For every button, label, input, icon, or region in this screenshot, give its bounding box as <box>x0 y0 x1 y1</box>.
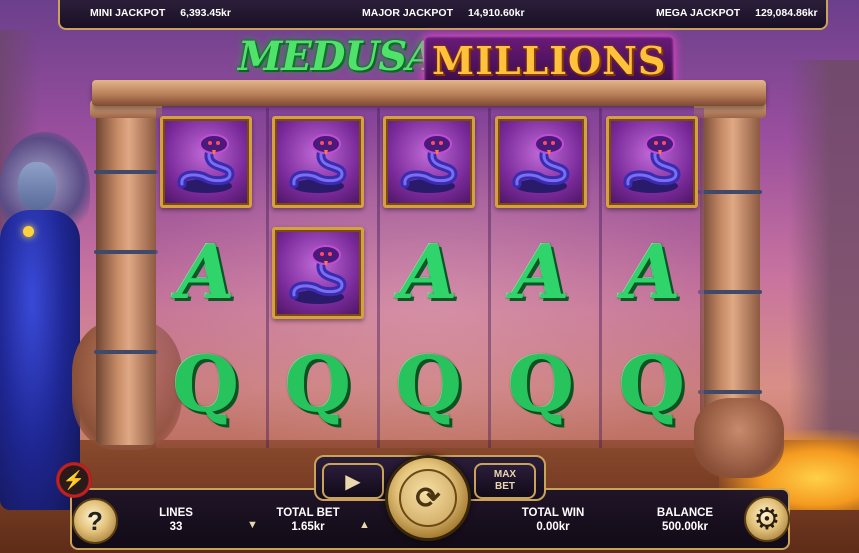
symbol-a: A <box>512 230 570 316</box>
balance-value: 500.00kr <box>661 521 709 533</box>
reel-cell: A <box>495 227 587 319</box>
mega-jackpot-value: 129,084.86kr <box>755 7 818 19</box>
symbol-q: Q <box>507 339 575 429</box>
symbol-q: Q <box>172 339 240 429</box>
help-icon: ? <box>87 505 103 536</box>
spin-icon-ring: ⟳ <box>399 469 457 527</box>
cobra-symbol <box>606 116 698 208</box>
play-icon: ▶ <box>345 470 361 493</box>
medusa-face <box>18 162 56 210</box>
snake-vine <box>698 390 762 394</box>
total-bet-value: 1.65kr <box>291 521 325 533</box>
mini-jackpot: MINI JACKPOT 6,393.45kr <box>90 7 231 19</box>
cobra-symbol <box>160 116 252 208</box>
lines-value: 33 <box>169 521 183 533</box>
gear-icon: ⚙ <box>753 502 781 536</box>
turbo-button[interactable]: ⚡ <box>56 462 92 498</box>
max-bet-label-line1: MAX <box>493 469 517 480</box>
max-bet-label-line2: BET <box>495 481 515 492</box>
total-win-display: TOTAL WIN 0.00kr <box>508 506 598 534</box>
reel-cell: Q <box>383 338 475 430</box>
snake-vine <box>94 350 158 354</box>
reel-cell: A <box>160 227 252 319</box>
snake-vine <box>94 170 158 174</box>
cobra-symbol <box>383 116 475 208</box>
reel-separator <box>488 108 491 448</box>
major-jackpot: MAJOR JACKPOT 14,910.60kr <box>362 7 525 19</box>
symbol-a: A <box>177 230 235 316</box>
spin-icon: ⟳ <box>415 481 441 515</box>
jackpot-bar: MINI JACKPOT 6,393.45kr MAJOR JACKPOT 14… <box>58 0 828 30</box>
pillar-left <box>90 100 162 445</box>
cobra-symbol <box>272 116 364 208</box>
autoplay-button[interactable]: ▶ <box>322 463 384 499</box>
background-rocks-right <box>789 60 859 440</box>
max-bet-button[interactable]: MAX BET <box>474 463 536 499</box>
symbol-q: Q <box>284 339 352 429</box>
reel-cell: Q <box>606 338 698 430</box>
reel-cell: A <box>606 227 698 319</box>
medusa-gem <box>23 226 34 237</box>
reel-cell: Q <box>272 338 364 430</box>
spin-button[interactable]: ⟳ <box>385 455 471 541</box>
pillar-right <box>694 100 766 445</box>
reel-cell: A <box>383 227 475 319</box>
total-win-value: 0.00kr <box>536 521 570 533</box>
reel-cell: Q <box>160 338 252 430</box>
snake-vine <box>698 290 762 294</box>
symbol-a: A <box>623 230 681 316</box>
lines-display: LINES 33 <box>146 506 206 534</box>
mega-jackpot-label: MEGA JACKPOT <box>656 7 741 19</box>
total-win-label: TOTAL WIN <box>521 507 585 519</box>
balance-label: BALANCE <box>656 507 714 519</box>
help-button[interactable]: ? <box>72 498 118 544</box>
bet-decrease-icon[interactable]: ▼ <box>247 519 258 531</box>
major-jackpot-label: MAJOR JACKPOT <box>362 7 454 19</box>
total-bet-label: TOTAL BET <box>276 507 340 519</box>
cobra-symbol <box>272 227 364 319</box>
symbol-q: Q <box>395 339 463 429</box>
reel-separator <box>599 108 602 448</box>
lightning-icon: ⚡ <box>62 469 86 490</box>
cobra-symbol <box>495 116 587 208</box>
mini-jackpot-value: 6,393.45kr <box>180 7 231 19</box>
temple-beam <box>92 80 766 106</box>
reel-separator <box>266 108 269 448</box>
reel-grid: AQQAQAQAQ <box>156 108 704 448</box>
balance-display: BALANCE 500.00kr <box>640 506 730 534</box>
reel-cell: Q <box>495 338 587 430</box>
snake-vine <box>94 250 158 254</box>
snake-vine <box>698 190 762 194</box>
symbol-q: Q <box>618 339 686 429</box>
mini-jackpot-label: MINI JACKPOT <box>90 7 166 19</box>
major-jackpot-value: 14,910.60kr <box>467 7 525 19</box>
lines-label: LINES <box>159 507 193 519</box>
symbol-a: A <box>400 230 458 316</box>
reel-separator <box>377 108 380 448</box>
bet-increase-icon[interactable]: ▲ <box>359 519 370 531</box>
mega-jackpot: MEGA JACKPOT 129,084.86kr <box>656 7 818 19</box>
total-bet-display: TOTAL BET 1.65kr <box>268 506 348 534</box>
logo-word-millions: MILLIONS <box>424 36 675 85</box>
settings-button[interactable]: ⚙ <box>744 496 790 542</box>
stone-statue-right <box>694 398 784 478</box>
